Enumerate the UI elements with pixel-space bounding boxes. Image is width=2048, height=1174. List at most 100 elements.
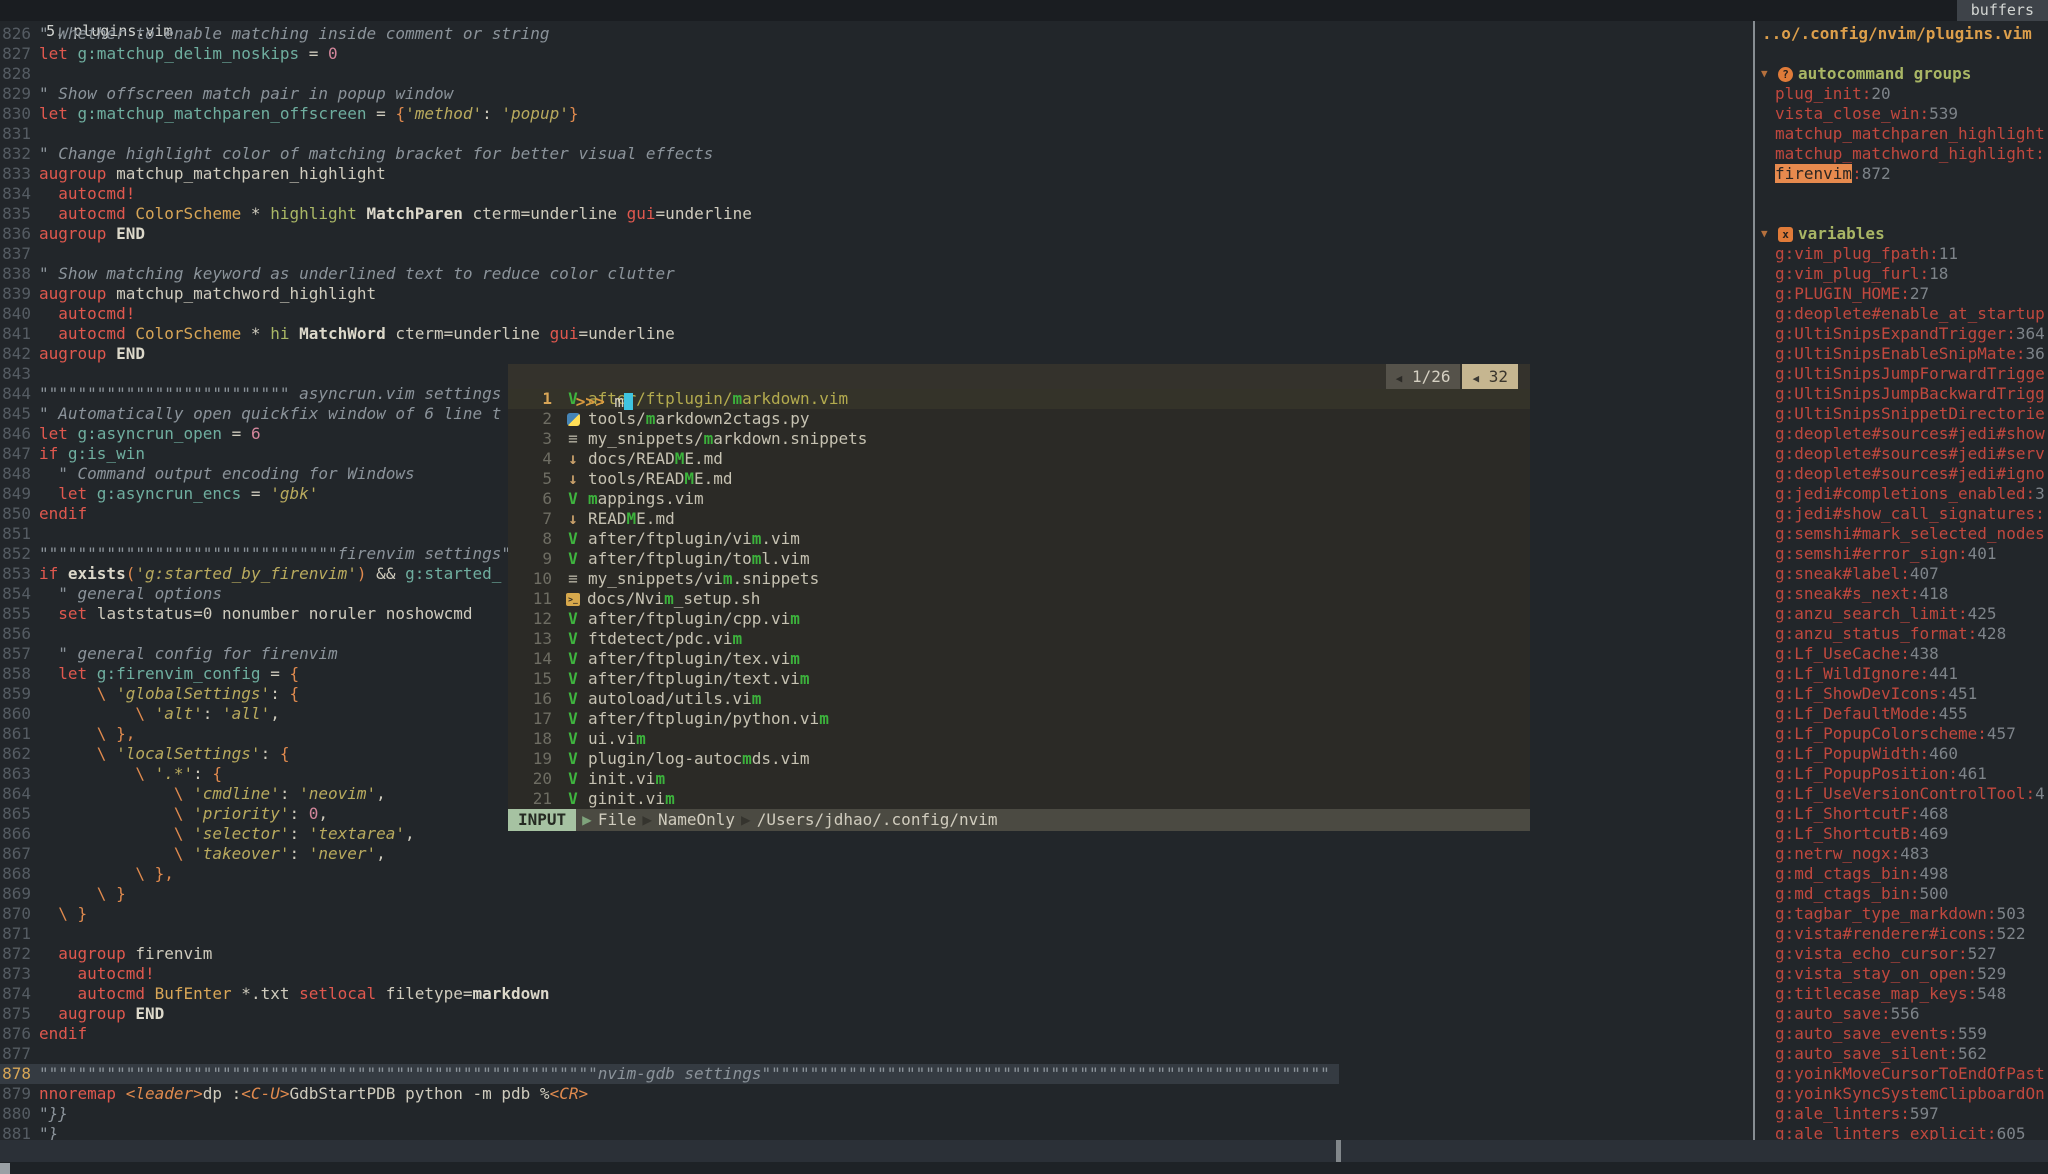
vista-tag-item[interactable]: g:yoinkMoveCursorToEndOfPast [1757, 1064, 2048, 1084]
file-result-row[interactable]: 4↓docs/README.md [508, 449, 1530, 469]
code-line[interactable]: 840 autocmd! [0, 304, 1753, 324]
code-line[interactable]: 835 autocmd ColorScheme * highlight Matc… [0, 204, 1753, 224]
vista-tag-item[interactable]: g:yoinkSyncSystemClipboardOn [1757, 1084, 2048, 1104]
vista-tag-item[interactable]: plug_init:20 [1757, 84, 2048, 104]
vista-tag-item[interactable]: g:anzu_status_format:428 [1757, 624, 2048, 644]
vista-tag-item[interactable]: matchup_matchword_highlight: [1757, 144, 2048, 164]
code-line[interactable]: 830let g:matchup_matchparen_offscreen = … [0, 104, 1753, 124]
code-line[interactable]: 827let g:matchup_delim_noskips = 0 [0, 44, 1753, 64]
vista-tag-item[interactable]: g:tagbar_type_markdown:503 [1757, 904, 2048, 924]
code-line[interactable]: 876endif [0, 1024, 1753, 1044]
vista-tag-item[interactable]: g:Lf_PopupPosition:461 [1757, 764, 2048, 784]
file-result-row[interactable]: 2tools/markdown2ctags.py [508, 409, 1530, 429]
vista-tag-item[interactable]: g:semshi#mark_selected_nodes [1757, 524, 2048, 544]
code-line[interactable]: 842augroup END [0, 344, 1753, 364]
code-line[interactable]: 826" Whether to enable matching inside c… [0, 24, 1753, 44]
code-line[interactable]: 834 autocmd! [0, 184, 1753, 204]
file-result-row[interactable]: 3≡my_snippets/markdown.snippets [508, 429, 1530, 449]
file-result-row[interactable]: 10≡my_snippets/vim.snippets [508, 569, 1530, 589]
vista-tag-item[interactable]: g:deoplete#sources#jedi#serv [1757, 444, 2048, 464]
vista-section-header[interactable]: ▼?autocommand groups [1757, 64, 2048, 84]
vista-tag-item[interactable]: g:UltiSnipsJumpForwardTrigge [1757, 364, 2048, 384]
vista-tag-item[interactable]: g:netrw_nogx:483 [1757, 844, 2048, 864]
vista-tag-item[interactable]: g:auto_save_events:559 [1757, 1024, 2048, 1044]
vista-tag-item[interactable]: firenvim:872 [1757, 164, 2048, 184]
vista-tag-item[interactable]: g:UltiSnipsSnippetDirectorie [1757, 404, 2048, 424]
code-line[interactable]: 868 \ }, [0, 864, 1753, 884]
vista-tag-item[interactable]: g:Lf_ShortcutB:469 [1757, 824, 2048, 844]
vista-tag-item[interactable]: g:sneak#label:407 [1757, 564, 2048, 584]
vista-tag-item[interactable]: g:sneak#s_next:418 [1757, 584, 2048, 604]
code-line[interactable]: 872 augroup firenvim [0, 944, 1753, 964]
code-line[interactable]: 831 [0, 124, 1753, 144]
vista-tag-item[interactable]: matchup_matchparen_highlight [1757, 124, 2048, 144]
code-line[interactable]: 829" Show offscreen match pair in popup … [0, 84, 1753, 104]
code-line[interactable]: 838" Show matching keyword as underlined… [0, 264, 1753, 284]
fuzzy-search-input[interactable]: >>> m ◀ 1/26 ◀ 32 [508, 364, 1530, 389]
vista-tag-item[interactable]: g:vim_plug_furl:18 [1757, 264, 2048, 284]
file-result-row[interactable]: 20Vinit.vim [508, 769, 1530, 789]
vista-tag-item[interactable]: g:vista_stay_on_open:529 [1757, 964, 2048, 984]
vista-tag-item[interactable]: g:auto_save:556 [1757, 1004, 2048, 1024]
vista-sidebar[interactable]: ..o/.config/nvim/plugins.vim ▼?autocomma… [1757, 21, 2048, 1140]
vista-tag-item[interactable]: g:Lf_PopupColorscheme:457 [1757, 724, 2048, 744]
file-result-row[interactable]: 16Vautoload/utils.vim [508, 689, 1530, 709]
code-line[interactable]: 837 [0, 244, 1753, 264]
file-result-row[interactable]: 14Vafter/ftplugin/tex.vim [508, 649, 1530, 669]
file-result-row[interactable]: 11>_docs/Nvim_setup.sh [508, 589, 1530, 609]
buffers-label[interactable]: buffers [1957, 0, 2048, 21]
fold-arrow-icon[interactable]: ▼ [1761, 224, 1773, 244]
code-line[interactable]: 877 [0, 1044, 1753, 1064]
vista-tag-item[interactable]: g:anzu_search_limit:425 [1757, 604, 2048, 624]
vista-tag-item[interactable]: g:md_ctags_bin:498 [1757, 864, 2048, 884]
file-result-row[interactable]: 6Vmappings.vim [508, 489, 1530, 509]
vista-tag-item[interactable]: g:Lf_ShowDevIcons:451 [1757, 684, 2048, 704]
vista-tag-item[interactable]: g:jedi#completions_enabled:3 [1757, 484, 2048, 504]
window-separator[interactable] [1753, 21, 1755, 1140]
vista-tag-item[interactable]: g:vista_echo_cursor:527 [1757, 944, 2048, 964]
vista-tag-item[interactable]: vista_close_win:539 [1757, 104, 2048, 124]
fold-arrow-icon[interactable]: ▼ [1761, 64, 1773, 84]
file-result-row[interactable]: 9Vafter/ftplugin/toml.vim [508, 549, 1530, 569]
file-result-row[interactable]: 5↓tools/README.md [508, 469, 1530, 489]
vista-tag-item[interactable]: g:PLUGIN_HOME:27 [1757, 284, 2048, 304]
file-result-row[interactable]: 19Vplugin/log-autocmds.vim [508, 749, 1530, 769]
vista-tag-item[interactable]: g:Lf_ShortcutF:468 [1757, 804, 2048, 824]
vista-tag-item[interactable]: g:vim_plug_fpath:11 [1757, 244, 2048, 264]
code-line[interactable]: 833augroup matchup_matchparen_highlight [0, 164, 1753, 184]
vista-tag-item[interactable]: g:UltiSnipsEnableSnipMate:36 [1757, 344, 2048, 364]
vista-tag-item[interactable]: g:deoplete#enable_at_startup [1757, 304, 2048, 324]
code-line[interactable]: 875 augroup END [0, 1004, 1753, 1024]
vista-tag-item[interactable]: g:ale_linters:597 [1757, 1104, 2048, 1124]
code-line[interactable]: 828 [0, 64, 1753, 84]
code-line[interactable]: 879nnoremap <leader>dp :<C-U>GdbStartPDB… [0, 1084, 1753, 1104]
vista-tag-item[interactable]: g:UltiSnipsJumpBackwardTrigg [1757, 384, 2048, 404]
vista-tag-item[interactable]: g:semshi#error_sign:401 [1757, 544, 2048, 564]
vista-tag-item[interactable]: g:Lf_UseCache:438 [1757, 644, 2048, 664]
code-line[interactable]: 880"}} [0, 1104, 1753, 1124]
code-line[interactable]: 841 autocmd ColorScheme * hi MatchWord c… [0, 324, 1753, 344]
vista-tag-item[interactable]: g:Lf_UseVersionControlTool:4 [1757, 784, 2048, 804]
file-result-row[interactable]: 17Vafter/ftplugin/python.vim [508, 709, 1530, 729]
code-line[interactable]: 871 [0, 924, 1753, 944]
file-result-row[interactable]: 15Vafter/ftplugin/text.vim [508, 669, 1530, 689]
file-result-row[interactable]: 13Vftdetect/pdc.vim [508, 629, 1530, 649]
vista-tag-item[interactable]: g:titlecase_map_keys:548 [1757, 984, 2048, 1004]
vista-tag-item[interactable]: g:Lf_DefaultMode:455 [1757, 704, 2048, 724]
code-line[interactable]: 881"} [0, 1124, 1753, 1140]
vista-tag-item[interactable]: g:Lf_PopupWidth:460 [1757, 744, 2048, 764]
code-line[interactable]: 869 \ } [0, 884, 1753, 904]
vista-tag-item[interactable]: g:Lf_WildIgnore:441 [1757, 664, 2048, 684]
file-result-row[interactable]: 21Vginit.vim [508, 789, 1530, 809]
vista-tag-item[interactable]: g:md_ctags_bin:500 [1757, 884, 2048, 904]
file-result-row[interactable]: 7↓README.md [508, 509, 1530, 529]
code-line[interactable]: 870 \ } [0, 904, 1753, 924]
file-result-row[interactable]: 18Vui.vim [508, 729, 1530, 749]
code-line[interactable]: 836augroup END [0, 224, 1753, 244]
vista-tag-item[interactable]: g:auto_save_silent:562 [1757, 1044, 2048, 1064]
vista-tag-item[interactable]: g:ale_linters_explicit:605 [1757, 1124, 2048, 1140]
vista-tag-item[interactable]: g:deoplete#sources#jedi#show [1757, 424, 2048, 444]
code-line[interactable]: 832" Change highlight color of matching … [0, 144, 1753, 164]
file-result-row[interactable]: 12Vafter/ftplugin/cpp.vim [508, 609, 1530, 629]
command-line[interactable] [0, 1162, 2048, 1174]
